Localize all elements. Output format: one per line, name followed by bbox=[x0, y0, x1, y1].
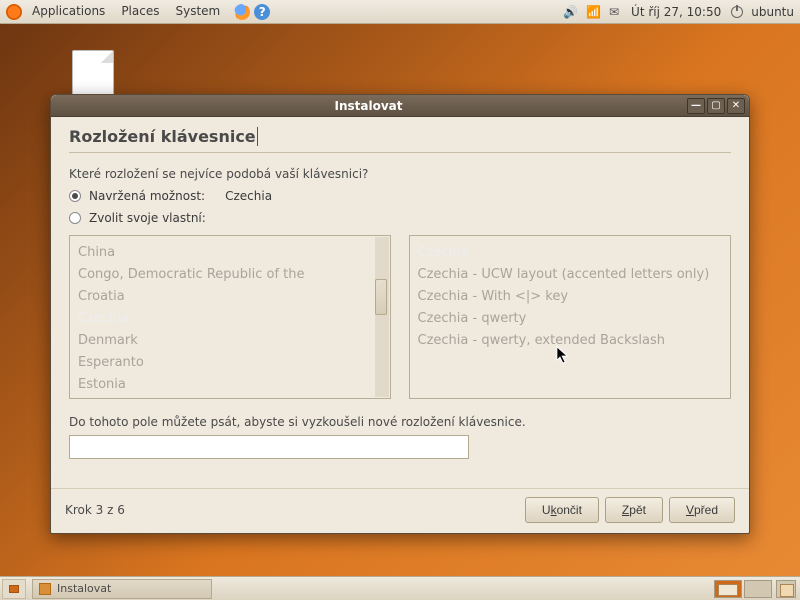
task-button-instalovat[interactable]: Instalovat bbox=[32, 579, 212, 599]
radio-suggested-label: Navržená možnost: bbox=[89, 189, 205, 203]
window-title: Instalovat bbox=[51, 99, 686, 113]
power-icon[interactable] bbox=[731, 6, 743, 18]
minimize-button[interactable]: — bbox=[687, 98, 705, 114]
radio-suggested[interactable]: Navržená možnost: Czechia bbox=[69, 189, 731, 203]
scroll-thumb[interactable] bbox=[375, 279, 387, 315]
menu-applications[interactable]: Applications bbox=[24, 4, 113, 20]
list-item[interactable]: Czechia - With <|> key bbox=[418, 286, 723, 308]
radio-suggested-value: Czechia bbox=[225, 189, 272, 203]
test-input[interactable] bbox=[69, 435, 469, 459]
list-item[interactable]: Estonia bbox=[78, 374, 382, 396]
list-item[interactable]: Czechia bbox=[78, 308, 382, 330]
help-icon[interactable]: ? bbox=[254, 4, 270, 20]
question-text: Které rozložení se nejvíce podobá vaší k… bbox=[69, 167, 731, 181]
radio-own-label: Zvolit svoje vlastní: bbox=[89, 211, 206, 225]
show-desktop-button[interactable] bbox=[2, 579, 26, 599]
system-tray: 🔊 📶 ✉ Út říj 27, 10:50 ubuntu bbox=[561, 5, 800, 19]
list-item[interactable]: Czechia bbox=[418, 242, 723, 264]
variant-listbox[interactable]: CzechiaCzechia - UCW layout (accented le… bbox=[409, 235, 732, 399]
list-item[interactable]: Czechia - qwerty bbox=[418, 308, 723, 330]
list-item[interactable]: Denmark bbox=[78, 330, 382, 352]
menu-system[interactable]: System bbox=[167, 4, 228, 20]
list-item[interactable]: Czechia - qwerty, extended Backslash bbox=[418, 330, 723, 352]
trash-icon[interactable] bbox=[776, 580, 796, 598]
menu-places[interactable]: Places bbox=[113, 4, 167, 20]
forward-button[interactable]: Vpřed bbox=[669, 497, 735, 523]
volume-icon[interactable]: 🔊 bbox=[561, 5, 580, 19]
ubuntu-logo-icon bbox=[6, 4, 22, 20]
firefox-icon[interactable] bbox=[234, 4, 250, 20]
close-button[interactable]: ✕ bbox=[727, 98, 745, 114]
footer: Krok 3 z 6 Ukončit Zpět Vpřed bbox=[51, 488, 749, 533]
task-title: Instalovat bbox=[57, 582, 111, 595]
radio-own[interactable]: Zvolit svoje vlastní: bbox=[69, 211, 731, 225]
network-icon[interactable]: 📶 bbox=[584, 5, 603, 19]
list-item[interactable]: Congo, Democratic Republic of the bbox=[78, 264, 382, 286]
task-icon bbox=[39, 583, 51, 595]
country-listbox[interactable]: ChinaCongo, Democratic Republic of theCr… bbox=[69, 235, 391, 399]
radio-icon bbox=[69, 190, 81, 202]
clock[interactable]: Út říj 27, 10:50 bbox=[625, 5, 727, 19]
installer-window: Instalovat — ▢ ✕ Rozložení klávesnice Kt… bbox=[50, 94, 750, 534]
workspace-2[interactable] bbox=[744, 580, 772, 598]
desktop-file-icon[interactable] bbox=[72, 50, 114, 98]
panel-menus: Applications Places System ? bbox=[0, 4, 270, 20]
quit-button[interactable]: Ukončit bbox=[525, 497, 599, 523]
user-menu[interactable]: ubuntu bbox=[747, 5, 794, 19]
list-item[interactable]: Croatia bbox=[78, 286, 382, 308]
list-item[interactable]: Esperanto bbox=[78, 352, 382, 374]
page-heading: Rozložení klávesnice bbox=[69, 127, 258, 146]
top-panel: Applications Places System ? 🔊 📶 ✉ Út ří… bbox=[0, 0, 800, 24]
step-label: Krok 3 z 6 bbox=[65, 503, 125, 517]
list-item[interactable]: China bbox=[78, 242, 382, 264]
test-label: Do tohoto pole můžete psát, abyste si vy… bbox=[69, 415, 731, 429]
workspace-switcher[interactable] bbox=[714, 580, 772, 598]
bottom-panel: Instalovat bbox=[0, 576, 800, 600]
maximize-button[interactable]: ▢ bbox=[707, 98, 725, 114]
mail-icon[interactable]: ✉ bbox=[607, 5, 621, 19]
show-desktop-icon bbox=[9, 585, 19, 593]
workspace-1[interactable] bbox=[714, 580, 742, 598]
radio-icon bbox=[69, 212, 81, 224]
back-button[interactable]: Zpět bbox=[605, 497, 663, 523]
titlebar[interactable]: Instalovat — ▢ ✕ bbox=[51, 95, 749, 117]
scrollbar[interactable] bbox=[375, 237, 389, 397]
list-item[interactable]: Czechia - UCW layout (accented letters o… bbox=[418, 264, 723, 286]
